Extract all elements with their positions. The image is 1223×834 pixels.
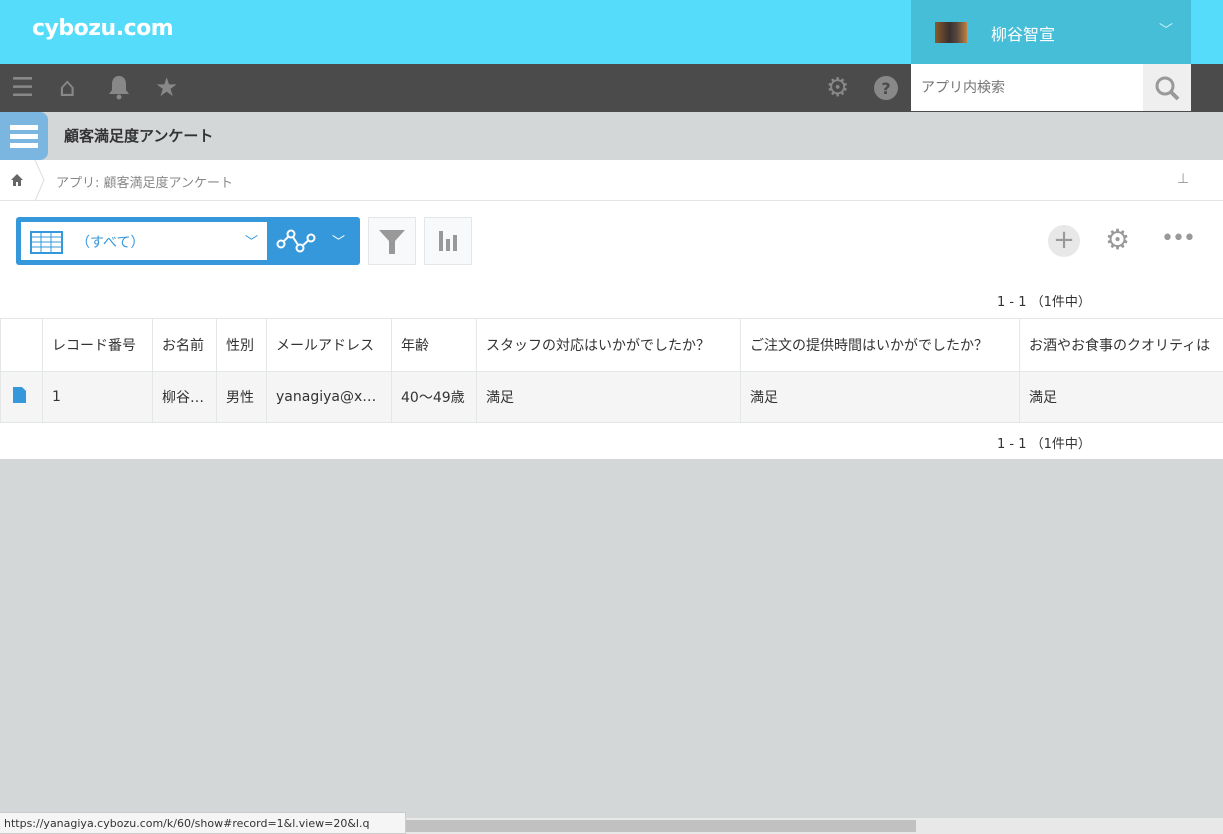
view-selector[interactable]: （すべて） ﹀ ﹀ (16, 217, 360, 265)
column-header[interactable]: お名前 (152, 318, 217, 372)
add-record-button[interactable]: + (1048, 225, 1080, 257)
column-header[interactable]: スタッフの対応はいかがでしたか？ (476, 318, 741, 372)
pagination-bottom: 1 - 1 （1件中） (997, 437, 1091, 452)
table-cell: 満足 (740, 371, 1020, 423)
table-cell: 満足 (476, 371, 741, 423)
chevron-down-icon[interactable]: ﹀ (332, 231, 345, 250)
search-input[interactable] (911, 64, 1143, 111)
column-header[interactable]: 性別 (216, 318, 267, 372)
document-icon (13, 387, 26, 403)
table-cell: 1 (42, 371, 153, 423)
svg-text:?: ? (881, 79, 890, 98)
home-icon[interactable] (10, 173, 24, 187)
settings-gear-icon[interactable]: ⚙ (1105, 224, 1130, 256)
record-detail-link[interactable] (0, 371, 43, 423)
column-header-icon (0, 318, 43, 372)
pin-icon[interactable]: ⊥ (1177, 171, 1189, 187)
table-cell: yanagiya@x… (266, 371, 392, 423)
search-button[interactable] (1143, 64, 1191, 111)
app-list-icon (0, 112, 48, 160)
column-header[interactable]: 年齢 (391, 318, 477, 372)
cybozu-logo[interactable]: cybozu.com (32, 16, 174, 41)
column-header[interactable]: ご注文の提供時間はいかがでしたか？ (740, 318, 1020, 372)
star-icon[interactable]: ★ (155, 74, 178, 102)
chevron-down-icon: ﹀ (245, 235, 259, 250)
main-content: アプリ: 顧客満足度アンケート ⊥ （すべて） ﹀ ﹀ + ⚙ ••• 1 - … (0, 160, 1223, 459)
bell-icon[interactable] (107, 74, 131, 106)
breadcrumb: アプリ: 顧客満足度アンケート ⊥ (0, 160, 1223, 201)
filter-button[interactable] (368, 217, 416, 265)
more-options-icon[interactable]: ••• (1161, 226, 1196, 251)
column-header[interactable]: レコード番号 (42, 318, 153, 372)
table-view-icon (30, 231, 63, 254)
bar-chart-icon (439, 231, 457, 251)
user-name: 柳谷智宣 (991, 25, 1056, 44)
pagination-top: 1 - 1 （1件中） (997, 295, 1091, 310)
scrollbar-thumb[interactable] (406, 820, 916, 832)
breadcrumb-separator (34, 160, 45, 201)
table-cell: 満足 (1019, 371, 1223, 423)
avatar (935, 22, 967, 43)
table-cell: 柳谷… (152, 371, 217, 423)
column-header[interactable]: メールアドレス (266, 318, 392, 372)
records-table: レコード番号 お名前 性別 メールアドレス 年齢 スタッフの対応はいかがでしたか… (0, 318, 1223, 423)
status-bar-url: https://yanagiya.cybozu.com/k/60/show#re… (0, 812, 406, 834)
user-menu[interactable]: 柳谷智宣 ﹀ (911, 0, 1191, 64)
horizontal-scrollbar[interactable] (406, 818, 1223, 834)
gear-icon[interactable]: ⚙ (826, 74, 849, 102)
table-row[interactable]: 1 柳谷… 男性 yanagiya@x… 40〜49歳 満足 満足 満足 (0, 371, 1223, 423)
table-cell: 40〜49歳 (391, 371, 477, 423)
graph-button[interactable] (424, 217, 472, 265)
menu-icon[interactable]: ☰ (11, 74, 34, 102)
table-cell: 男性 (216, 371, 267, 423)
chevron-down-icon: ﹀ (1159, 23, 1173, 39)
home-icon[interactable]: ⌂ (59, 74, 76, 102)
app-title: 顧客満足度アンケート (64, 127, 214, 145)
graph-icon[interactable] (276, 229, 318, 253)
filter-icon (379, 230, 405, 254)
view-name: （すべて） (76, 235, 145, 251)
column-header[interactable]: お酒やお食事のクオリティは (1019, 318, 1223, 372)
breadcrumb-app[interactable]: アプリ: 顧客満足度アンケート (56, 172, 233, 191)
table-header-row: レコード番号 お名前 性別 メールアドレス 年齢 スタッフの対応はいかがでしたか… (0, 318, 1223, 372)
search-icon (1155, 76, 1180, 100)
help-icon[interactable]: ? (874, 76, 898, 106)
top-bar: cybozu.com 柳谷智宣 ﹀ (0, 0, 1223, 64)
